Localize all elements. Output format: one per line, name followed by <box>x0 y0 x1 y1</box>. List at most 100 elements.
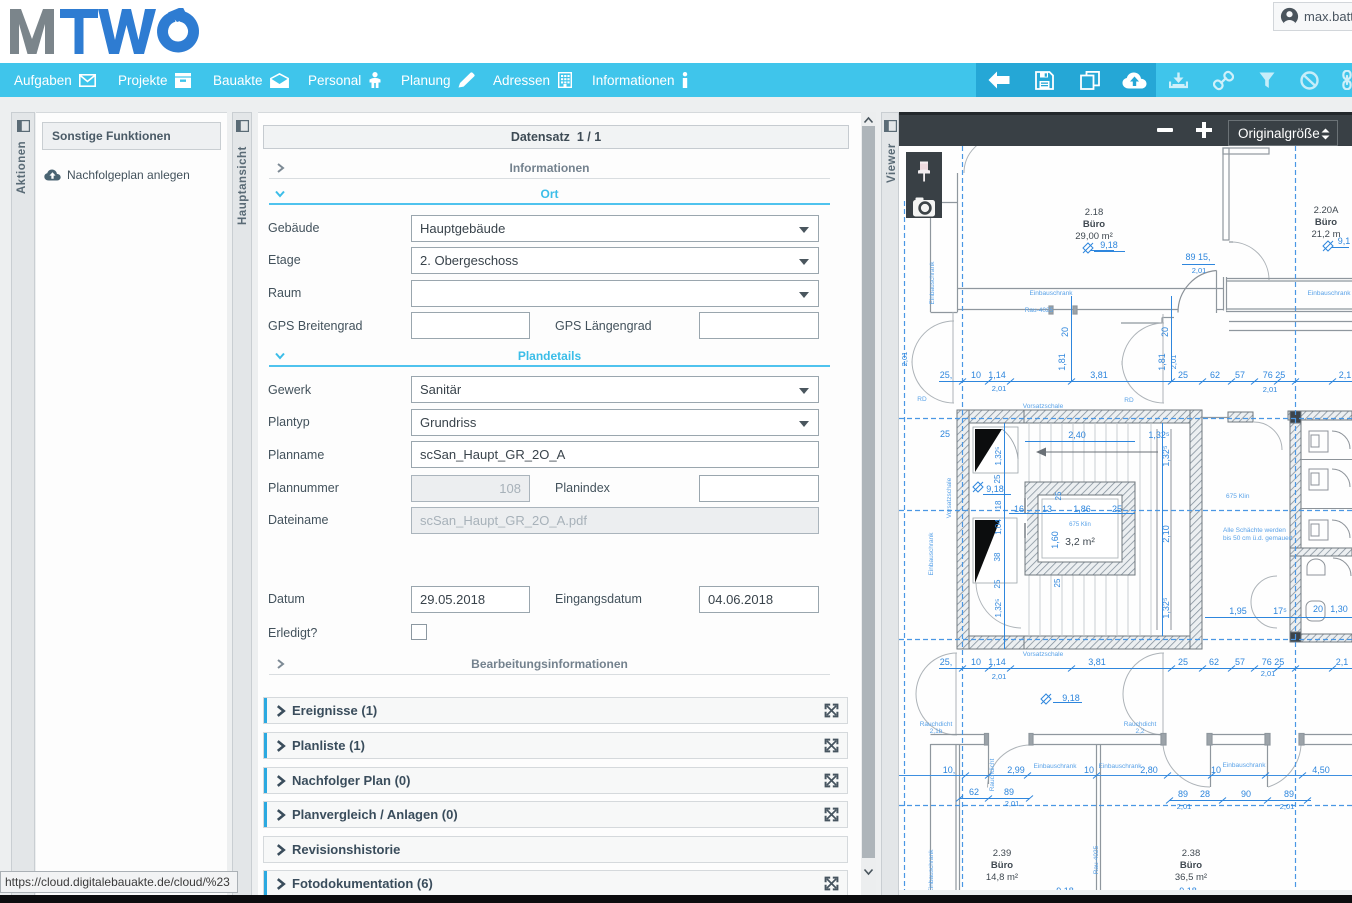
svg-text:Einbauschrank: Einbauschrank <box>1030 290 1074 297</box>
svg-text:2,01: 2,01 <box>1261 669 1276 678</box>
svg-text:18: 18 <box>994 500 1003 509</box>
svg-text:675 Klin: 675 Klin <box>1226 493 1250 500</box>
svg-text:20: 20 <box>1060 327 1070 337</box>
svg-text:2,01: 2,01 <box>1192 266 1207 275</box>
svg-text:25,: 25, <box>940 370 953 380</box>
svg-text:2,01: 2,01 <box>992 672 1007 681</box>
svg-text:25,: 25, <box>940 657 953 667</box>
svg-text:25: 25 <box>993 474 1002 483</box>
svg-text:10: 10 <box>1084 765 1094 775</box>
svg-text:1,30: 1,30 <box>1330 604 1348 614</box>
svg-text:25: 25 <box>1053 578 1062 587</box>
svg-text:bis 50 cm ü.d. gemauert: bis 50 cm ü.d. gemauert <box>1223 535 1293 542</box>
svg-text:17⁵: 17⁵ <box>1273 606 1287 616</box>
svg-text:9,18: 9,18 <box>986 484 1004 494</box>
svg-text:10: 10 <box>971 370 981 380</box>
svg-text:2,1b: 2,1b <box>930 728 943 735</box>
svg-text:Einbauschrank: Einbauschrank <box>1099 763 1143 770</box>
svg-text:2,01: 2,01 <box>1177 802 1192 811</box>
svg-text:1,14: 1,14 <box>988 657 1006 667</box>
svg-text:2,2: 2,2 <box>1135 728 1144 735</box>
svg-text:57: 57 <box>1235 657 1245 667</box>
svg-text:Einbauschrank: Einbauschrank <box>928 849 935 890</box>
svg-text:4,50: 4,50 <box>1312 765 1330 775</box>
svg-text:25: 25 <box>1178 657 1188 667</box>
svg-text:675 Klin: 675 Klin <box>1069 522 1091 528</box>
svg-text:RD: RD <box>1124 397 1134 404</box>
svg-text:2.39: 2.39 <box>993 848 1012 859</box>
svg-text:Alle Schächte werden: Alle Schächte werden <box>1223 527 1286 534</box>
svg-text:89: 89 <box>1004 787 1014 797</box>
svg-text:2,80: 2,80 <box>1140 765 1158 775</box>
svg-text:90: 90 <box>1241 789 1251 799</box>
svg-text:Einbauschrank: Einbauschrank <box>929 261 936 305</box>
svg-text:2,40: 2,40 <box>1068 430 1086 440</box>
svg-text:25: 25 <box>993 579 1002 588</box>
svg-text:Einbauschrank: Einbauschrank <box>1034 763 1078 770</box>
svg-text:Vorsatzschale: Vorsatzschale <box>1023 403 1064 410</box>
svg-text:2.18: 2.18 <box>1085 207 1104 218</box>
svg-text:Vorsatzschale: Vorsatzschale <box>946 477 953 518</box>
svg-text:1,32⁵: 1,32⁵ <box>994 599 1003 618</box>
svg-text:29,00 m²: 29,00 m² <box>1075 231 1113 242</box>
svg-text:21,2 m: 21,2 m <box>1311 229 1340 240</box>
svg-text:62: 62 <box>1209 657 1219 667</box>
svg-text:89 15,: 89 15, <box>1185 252 1210 262</box>
svg-text:Vorsatzschale: Vorsatzschale <box>1023 651 1064 658</box>
svg-text:10: 10 <box>971 657 981 667</box>
svg-text:2,1: 2,1 <box>1336 657 1349 667</box>
svg-text:1,14: 1,14 <box>988 370 1006 380</box>
svg-text:Büro: Büro <box>991 860 1013 871</box>
svg-text:25: 25 <box>1112 504 1122 514</box>
svg-text:Einbauschrank: Einbauschrank <box>1308 290 1352 297</box>
svg-text:28: 28 <box>1200 789 1210 799</box>
svg-text:2,1: 2,1 <box>1339 370 1352 380</box>
svg-text:Büro: Büro <box>1083 219 1105 230</box>
svg-text:2,01: 2,01 <box>1280 802 1295 811</box>
svg-text:62: 62 <box>969 787 979 797</box>
svg-text:3,2 m²: 3,2 m² <box>1065 536 1095 548</box>
svg-text:1,60: 1,60 <box>1050 531 1060 549</box>
svg-text:2,01: 2,01 <box>1005 799 1020 808</box>
svg-text:10,: 10, <box>943 765 956 775</box>
svg-text:10: 10 <box>1211 765 1221 775</box>
svg-text:1,32⁵: 1,32⁵ <box>1148 430 1170 440</box>
svg-text:25: 25 <box>940 429 950 439</box>
svg-text:2,10: 2,10 <box>1161 525 1171 543</box>
svg-text:1,32⁵: 1,32⁵ <box>1161 445 1171 467</box>
svg-text:62: 62 <box>1210 370 1220 380</box>
svg-text:25: 25 <box>1054 491 1063 500</box>
svg-text:RD: RD <box>917 396 927 403</box>
svg-text:1,81: 1,81 <box>1057 353 1067 371</box>
svg-text:13: 13 <box>1042 504 1052 514</box>
svg-text:14,8 m²: 14,8 m² <box>986 872 1018 883</box>
svg-text:1,32⁵: 1,32⁵ <box>994 447 1003 466</box>
svg-text:89: 89 <box>1284 789 1294 799</box>
svg-text:Rauchdicht: Rauchdicht <box>920 721 953 728</box>
svg-text:Einbauschrank: Einbauschrank <box>928 532 935 576</box>
svg-text:1,86: 1,86 <box>1073 504 1091 514</box>
svg-text:76 25: 76 25 <box>1263 370 1286 380</box>
svg-text:Rauchdicht: Rauchdicht <box>1124 721 1157 728</box>
svg-text:3,81: 3,81 <box>1088 657 1106 667</box>
svg-text:25: 25 <box>1178 370 1188 380</box>
svg-text:3,81: 3,81 <box>1090 370 1108 380</box>
svg-text:16: 16 <box>1014 504 1024 514</box>
svg-text:89: 89 <box>1178 789 1188 799</box>
svg-text:9,18: 9,18 <box>1062 693 1080 703</box>
svg-text:1,95: 1,95 <box>1229 606 1247 616</box>
svg-text:1,81: 1,81 <box>1157 353 1167 371</box>
svg-text:Einbauschrank: Einbauschrank <box>1223 762 1267 769</box>
svg-text:20: 20 <box>1313 604 1323 614</box>
svg-text:1,04: 1,04 <box>994 519 1003 535</box>
svg-text:2,01: 2,01 <box>900 352 909 367</box>
svg-text:2,01: 2,01 <box>1263 385 1278 394</box>
svg-text:Rauchdicht: Rauchdicht <box>989 759 996 792</box>
svg-text:Rau-4025: Rau-4025 <box>1025 307 1054 314</box>
svg-text:2.38: 2.38 <box>1182 848 1201 859</box>
svg-text:36,5 m²: 36,5 m² <box>1175 872 1207 883</box>
svg-text:76 25: 76 25 <box>1262 657 1285 667</box>
svg-text:38: 38 <box>993 552 1002 561</box>
svg-text:Büro: Büro <box>1315 217 1337 228</box>
svg-text:2,01: 2,01 <box>1169 355 1178 370</box>
